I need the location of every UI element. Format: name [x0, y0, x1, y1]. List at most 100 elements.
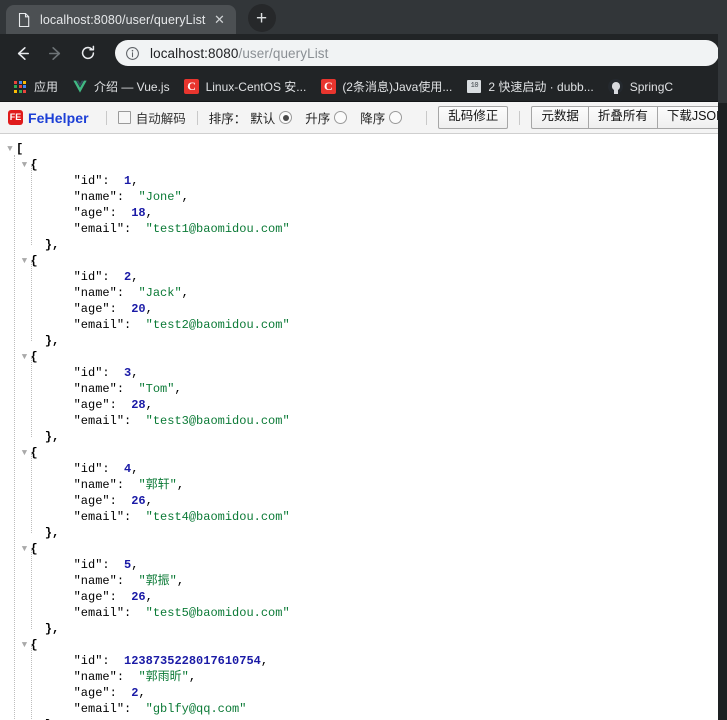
collapse-triangle-icon[interactable]: ▼ [18, 349, 30, 365]
json-key: "age" [73, 590, 110, 604]
collapse-triangle-icon[interactable]: ▼ [18, 445, 30, 461]
reload-icon[interactable] [74, 39, 102, 67]
json-field-age: ▼"age": 28, [4, 397, 718, 413]
bookmark-label: 2 快速启动 · dubb... [488, 79, 594, 94]
json-field-email: ▼"email": "test2@baomidou.com" [4, 317, 718, 333]
spacer: ▼ [33, 429, 45, 445]
spacer: ▼ [62, 605, 74, 621]
sort-option-label: 默认 [250, 112, 276, 126]
json-key: "email" [73, 510, 125, 524]
close-icon[interactable]: ✕ [212, 12, 228, 28]
json-rows: ▼[ ▼{ ▼"id": 1, ▼"name": "Jone", ▼"age":… [4, 141, 718, 720]
json-key: "age" [73, 206, 110, 220]
address-bar-url: localhost:8080/user/queryList [150, 46, 329, 61]
json-value: "Jone" [138, 190, 182, 204]
indent-guide [31, 165, 32, 245]
bookmark-linux-centos[interactable]: C Linux-CentOS 安... [178, 76, 313, 98]
divider [105, 110, 107, 125]
spacer: ▼ [62, 573, 74, 589]
json-key: "name" [73, 670, 117, 684]
browser-window: localhost:8080/user/queryList ✕ + localh… [0, 0, 727, 720]
tab-strip: localhost:8080/user/queryList ✕ + [0, 0, 727, 34]
json-object-open: ▼{ [4, 253, 718, 269]
json-key: "age" [73, 398, 110, 412]
collapse-triangle-icon[interactable]: ▼ [18, 541, 30, 557]
json-key: "name" [73, 382, 117, 396]
json-field-age: ▼"age": 20, [4, 301, 718, 317]
json-object-open: ▼{ [4, 637, 718, 653]
spacer: ▼ [62, 589, 74, 605]
fehelper-button-group: 元数据 折叠所有 下载JSON [531, 106, 727, 129]
collapse-all-button[interactable]: 折叠所有 [588, 106, 658, 129]
fehelper-logo-icon: FE [8, 110, 23, 125]
csdn-icon: C [320, 79, 336, 95]
json-key: "email" [73, 222, 125, 236]
json-key: "id" [73, 462, 103, 476]
page-content: FE FeHelper 自动解码 排序： 默认 升序 降序 乱码修正 元数据 折… [0, 102, 727, 720]
tab-title: localhost:8080/user/queryList [40, 12, 206, 27]
spacer: ▼ [62, 557, 74, 573]
info-circle-icon[interactable] [125, 46, 141, 61]
spacer: ▼ [62, 221, 74, 237]
download-json-button[interactable]: 下载JSON [657, 106, 727, 129]
json-key: "name" [73, 286, 117, 300]
json-object-open: ▼{ [4, 445, 718, 461]
json-key: "id" [73, 654, 103, 668]
page-icon [16, 12, 32, 28]
address-bar[interactable]: localhost:8080/user/queryList [115, 40, 719, 66]
auto-decode-checkbox[interactable]: 自动解码 [117, 108, 186, 127]
radio-dot [279, 111, 293, 124]
json-key: "age" [73, 494, 110, 508]
csdn-icon: C [184, 79, 200, 95]
json-field-email: ▼"email": "gblfy@qq.com" [4, 701, 718, 717]
json-value: "郭轩" [138, 478, 177, 492]
collapse-triangle-icon[interactable]: ▼ [18, 253, 30, 269]
json-field-name: ▼"name": "郭振", [4, 573, 718, 589]
json-field-name: ▼"name": "Jack", [4, 285, 718, 301]
bookmark-java-article[interactable]: C (2条消息)Java使用... [314, 76, 458, 98]
url-host: localhost:8080 [150, 45, 239, 61]
fehelper-logo[interactable]: FE FeHelper [8, 110, 89, 126]
collapse-triangle-icon[interactable]: ▼ [18, 157, 30, 173]
fix-encoding-button[interactable]: 乱码修正 [438, 106, 509, 129]
spacer: ▼ [62, 317, 74, 333]
bookmark-dubbo-quickstart[interactable]: 10 2 快速启动 · dubb... [460, 76, 599, 98]
collapse-triangle-icon[interactable]: ▼ [18, 637, 30, 653]
json-field-name: ▼"name": "Jone", [4, 189, 718, 205]
json-key: "age" [73, 302, 110, 316]
arrow-left-icon[interactable] [8, 39, 36, 67]
window-right-edge-top [718, 0, 727, 103]
metadata-button[interactable]: 元数据 [531, 106, 589, 129]
json-value: "Jack" [138, 286, 182, 300]
json-field-id: ▼"id": 1238735228017610754, [4, 653, 718, 669]
url-path: /user/queryList [238, 45, 329, 61]
divider [426, 110, 428, 125]
new-tab-button[interactable]: + [247, 4, 276, 32]
json-object-open: ▼{ [4, 541, 718, 557]
spacer: ▼ [62, 493, 74, 509]
spacer: ▼ [62, 413, 74, 429]
bookmark-springcloud[interactable]: SpringC [602, 76, 679, 98]
json-object-open: ▼{ [4, 349, 718, 365]
bookmark-vuejs[interactable]: 介绍 — Vue.js [66, 76, 176, 98]
json-field-age: ▼"age": 18, [4, 205, 718, 221]
browser-tab-active[interactable]: localhost:8080/user/queryList ✕ [6, 5, 236, 34]
indent-guide [31, 453, 32, 533]
json-key: "id" [73, 558, 103, 572]
json-object-close: ▼}, [4, 621, 718, 637]
spacer: ▼ [62, 173, 74, 189]
json-object-close: ▼}, [4, 237, 718, 253]
sort-option-desc[interactable]: 降序 [360, 108, 403, 127]
sort-option-default[interactable]: 默认 [250, 108, 293, 127]
collapse-triangle-icon[interactable]: ▼ [4, 141, 16, 157]
json-field-age: ▼"age": 2, [4, 685, 718, 701]
json-tree-viewer[interactable]: ▼[ ▼{ ▼"id": 1, ▼"name": "Jone", ▼"age":… [0, 135, 718, 720]
json-root-open: ▼[ [4, 141, 718, 157]
bookmark-apps[interactable]: 应用 [6, 76, 64, 98]
json-value: 1238735228017610754 [124, 654, 261, 668]
apps-grid-icon [12, 79, 28, 95]
spacer: ▼ [62, 269, 74, 285]
spacer: ▼ [33, 333, 45, 349]
json-value: "test5@baomidou.com" [145, 606, 290, 620]
sort-option-asc[interactable]: 升序 [305, 108, 348, 127]
